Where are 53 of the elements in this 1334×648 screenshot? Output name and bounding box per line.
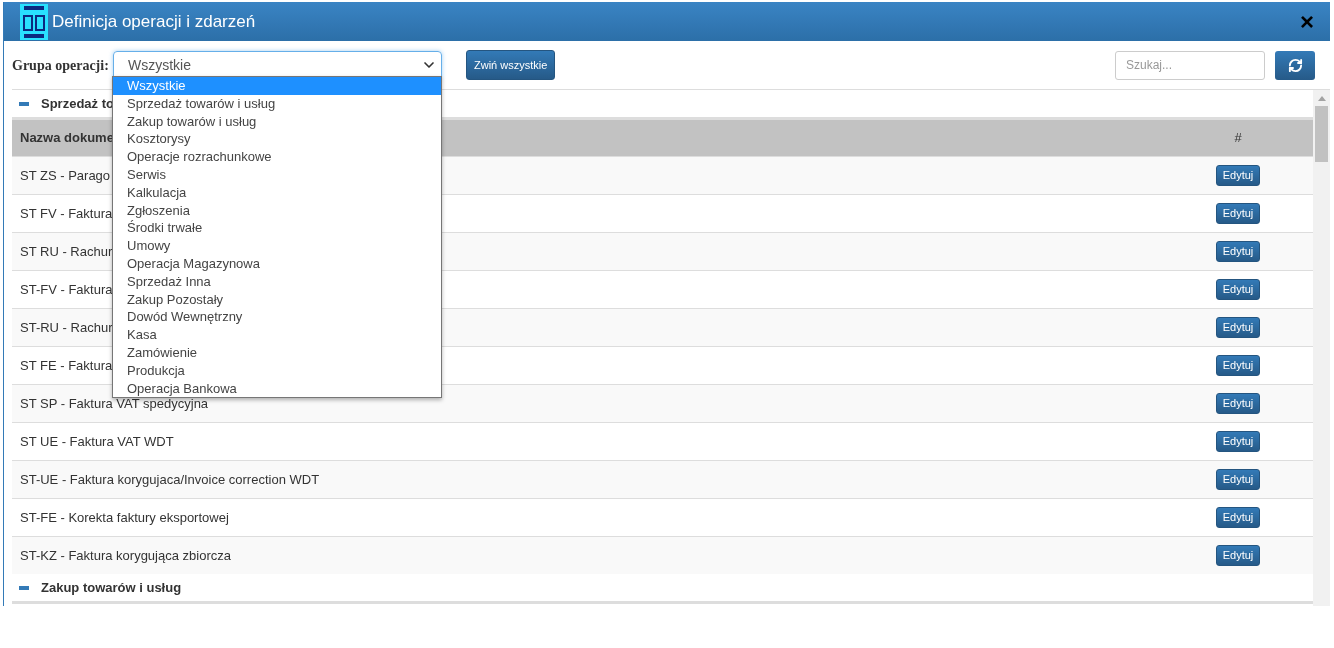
collapse-all-button[interactable]: Zwiń wszystkie bbox=[466, 50, 556, 80]
edit-button[interactable]: Edytuj bbox=[1215, 469, 1261, 490]
edit-button[interactable]: Edytuj bbox=[1215, 355, 1261, 376]
dropdown-option[interactable]: Sprzedaż Inna bbox=[113, 272, 441, 291]
table-cell: ST-RU - Rachur bbox=[20, 319, 113, 335]
edit-button[interactable]: Edytuj bbox=[1215, 317, 1261, 338]
table-cell: ST RU - Rachur bbox=[20, 243, 113, 259]
dropdown-option[interactable]: Zamówienie bbox=[113, 343, 441, 362]
group-label: Grupa operacji: bbox=[12, 56, 110, 75]
table-cell: ST-KZ - Faktura korygująca zbiorcza bbox=[20, 547, 231, 563]
table-cell: ST SP - Faktura VAT spedycyjna bbox=[20, 395, 209, 411]
table-cell: ST-FE - Korekta faktury eksportowej bbox=[20, 509, 229, 525]
dropdown-option[interactable]: Umowy bbox=[113, 237, 441, 255]
dropdown-option[interactable]: Zakup Pozostały bbox=[113, 290, 441, 309]
column-header: Nazwa dokume bbox=[20, 130, 114, 146]
section-title: Zakup towarów i usług bbox=[41, 578, 182, 597]
dropdown-option[interactable]: Kosztorysy bbox=[113, 130, 441, 149]
table-cell: ST-FV - Faktura bbox=[20, 281, 113, 297]
edit-button[interactable]: Edytuj bbox=[1215, 203, 1261, 224]
scrollbar[interactable] bbox=[1313, 90, 1330, 606]
table-cell: ST UE - Faktura VAT WDT bbox=[20, 433, 174, 449]
dropdown-option[interactable]: Zgłoszenia bbox=[113, 201, 441, 220]
column-header: # bbox=[1233, 129, 1243, 148]
refresh-button[interactable] bbox=[1275, 50, 1315, 80]
refresh-icon bbox=[1287, 57, 1303, 73]
scrollbar-thumb[interactable] bbox=[1315, 106, 1328, 162]
scroll-up-icon bbox=[1317, 95, 1326, 101]
logo-icon bbox=[20, 3, 48, 40]
table-cell: ST FE - Faktura bbox=[20, 357, 113, 373]
dropdown-option[interactable]: Serwis bbox=[113, 166, 441, 184]
edit-button[interactable]: Edytuj bbox=[1215, 545, 1261, 566]
section-header[interactable]: Zakup towarów i usług bbox=[12, 574, 1313, 604]
edit-button[interactable]: Edytuj bbox=[1215, 165, 1261, 186]
search-field[interactable]: Szukaj... bbox=[1115, 50, 1265, 80]
table-cell: ST ZS - Parago bbox=[20, 167, 111, 183]
table-cell: ST FV - Faktura bbox=[20, 205, 113, 221]
dropdown-option[interactable]: Produkcja bbox=[113, 361, 441, 380]
dropdown-option[interactable]: Sprzedaż towarów i usług bbox=[113, 94, 441, 113]
dropdown-option[interactable]: Środki trwałe bbox=[113, 219, 441, 238]
close-button[interactable]: × bbox=[1300, 9, 1314, 34]
dropdown-option[interactable]: Operacja Bankowa bbox=[113, 379, 441, 398]
edit-button[interactable]: Edytuj bbox=[1215, 393, 1261, 414]
dropdown-option[interactable]: Kalkulacja bbox=[113, 183, 441, 202]
dropdown-option[interactable]: Operacja Magazynowa bbox=[113, 254, 441, 273]
edit-button[interactable]: Edytuj bbox=[1215, 431, 1261, 452]
dropdown-option[interactable]: Dowód Wewnętrzny bbox=[113, 308, 441, 327]
edit-button[interactable]: Edytuj bbox=[1215, 279, 1261, 300]
table-cell: ST-UE - Faktura korygujaca/Invoice correction WDT bbox=[20, 471, 320, 487]
edit-button[interactable]: Edytuj bbox=[1215, 507, 1261, 528]
dropdown-option[interactable]: Kasa bbox=[113, 326, 441, 344]
dropdown-option[interactable]: Operacje rozrachunkowe bbox=[113, 148, 441, 166]
window-title: Definicja operacji i zdarzeń bbox=[52, 10, 256, 33]
edit-button[interactable]: Edytuj bbox=[1215, 241, 1261, 262]
